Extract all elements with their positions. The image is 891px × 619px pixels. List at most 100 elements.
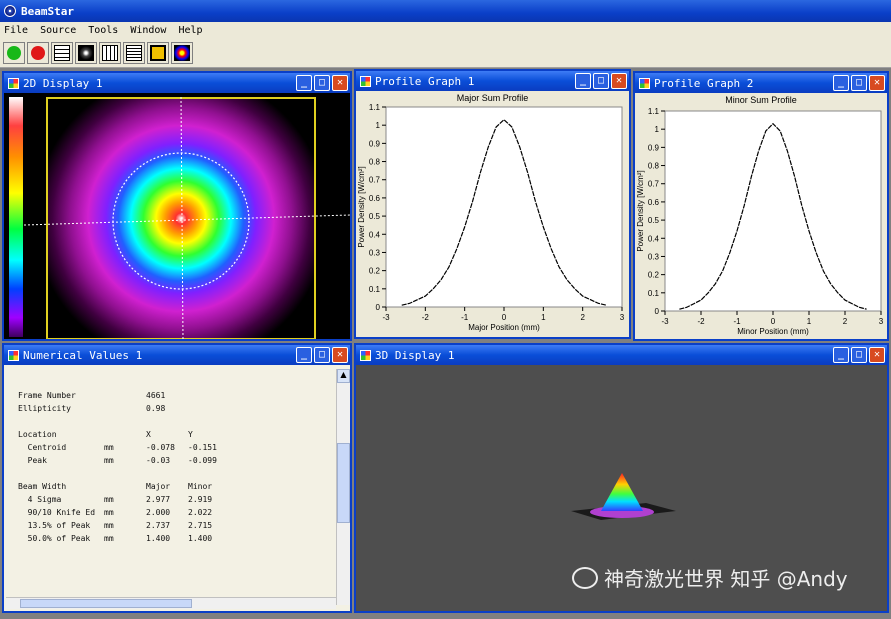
numerical-label: Ellipticity	[18, 404, 71, 413]
numerical-label: Frame Number	[18, 391, 76, 400]
app-title: BeamStar	[21, 4, 74, 18]
y-tick-label: 1.1	[648, 107, 660, 116]
minimize-button[interactable]: _	[575, 73, 591, 89]
profile-graph-1-titlebar[interactable]: Profile Graph 1 _ □ ✕	[356, 71, 629, 91]
numerical-v1: -0.03	[146, 456, 171, 465]
y-tick-label: 0.4	[648, 234, 660, 243]
scroll-up-button[interactable]: ▲	[337, 369, 350, 383]
minimize-button[interactable]: _	[833, 347, 849, 363]
y-tick-label: 0.3	[369, 248, 381, 257]
display-2d-titlebar[interactable]: 2D Display 1 _ □ ✕	[4, 73, 350, 93]
numerical-label: 50.0% of Peak	[18, 534, 91, 543]
app-titlebar: BeamStar	[0, 0, 891, 22]
close-button[interactable]: ✕	[332, 75, 348, 91]
profile-graph-2-window[interactable]: Profile Graph 2 _ □ ✕ Minor Sum Profile …	[633, 71, 889, 341]
menu-window[interactable]: Window	[130, 25, 166, 36]
beam-icon	[174, 44, 190, 61]
wechat-icon	[572, 566, 598, 589]
y-tick-label: 0	[376, 303, 381, 312]
numerical-v1: -0.078	[146, 443, 175, 452]
y-tick-label: 1	[376, 121, 381, 130]
plot-area	[385, 106, 623, 308]
display-2d-window[interactable]: 2D Display 1 _ □ ✕	[2, 71, 352, 341]
profile-graph-2-titlebar[interactable]: Profile Graph 2 _ □ ✕	[635, 73, 887, 93]
y-tick-label: 0.9	[648, 143, 660, 152]
stop-button[interactable]	[27, 41, 49, 64]
minor-profile-chart: 0 0.1 0.2 0.3 0.4 0.5 0.6 0.7 0.8 0.9 1 1.1 -3 -2 -1 0 1…	[636, 107, 884, 336]
numerical-label: Centroid	[18, 443, 67, 452]
grid-icon	[102, 44, 118, 61]
numerical-values-window[interactable]: Numerical Values 1 _ □ ✕ Frame Number 466…	[2, 343, 352, 613]
crosshair-overlay	[23, 96, 350, 339]
y-tick-label: 0.4	[369, 230, 381, 239]
display-3d-titlebar[interactable]: 3D Display 1 _ □ ✕	[356, 345, 887, 365]
y-tick-label: 0.1	[648, 289, 660, 298]
y-tick-label: 0.2	[648, 271, 660, 280]
display-3d-title: 3D Display 1	[375, 348, 455, 362]
menu-file[interactable]: File	[4, 25, 28, 36]
numerical-v2: 2.919	[188, 495, 213, 504]
maximize-button[interactable]: □	[314, 347, 330, 363]
y-tick-label: 0.8	[648, 162, 660, 171]
profile-graph-1-window[interactable]: Profile Graph 1 _ □ ✕ Major Sum Profile …	[354, 69, 631, 339]
window-icon	[639, 77, 650, 89]
y-tick-label: 0.7	[648, 180, 660, 189]
scroll-thumb[interactable]	[20, 599, 192, 608]
numerical-unit: mm	[104, 495, 114, 504]
beam-peak	[601, 473, 643, 511]
numerical-button[interactable]	[123, 41, 145, 64]
display-3d-icon	[150, 44, 166, 61]
menu-bar: File Source Tools Window Help	[0, 22, 891, 38]
close-button[interactable]: ✕	[869, 75, 885, 91]
minimize-button[interactable]: _	[296, 347, 312, 363]
numerical-v2: Y	[188, 430, 193, 439]
beam-button[interactable]	[171, 41, 193, 64]
display-2d-canvas[interactable]	[4, 93, 350, 339]
x-tick-label: 3	[620, 313, 625, 322]
profile-graph-2-title: Profile Graph 2	[654, 76, 754, 90]
horizontal-scrollbar[interactable]	[6, 597, 336, 609]
numerical-v1: 1.400	[146, 534, 171, 543]
numerical-v1: 2.977	[146, 495, 171, 504]
profile-graph-1-title: Profile Graph 1	[375, 74, 475, 88]
x-axis-label: Major Position (mm)	[468, 323, 540, 332]
menu-tools[interactable]: Tools	[88, 25, 118, 36]
profile-button[interactable]	[51, 41, 73, 64]
x-tick-label: 2	[580, 313, 585, 322]
numerical-v1: X	[146, 430, 151, 439]
close-button[interactable]: ✕	[869, 347, 885, 363]
numerical-values-titlebar[interactable]: Numerical Values 1 _ □ ✕	[4, 345, 350, 365]
toolbar	[0, 38, 891, 68]
maximize-button[interactable]: □	[851, 75, 867, 91]
menu-source[interactable]: Source	[40, 25, 76, 36]
crosshair-horizontal	[23, 214, 350, 226]
profile-graph-2-body: Minor Sum Profile 0 0.1 0.2 0.3 0.4 0.5 0.6 0.7…	[635, 93, 887, 339]
profile-icon	[54, 44, 70, 61]
menu-help[interactable]: Help	[178, 25, 202, 36]
minimize-button[interactable]: _	[296, 75, 312, 91]
numerical-v2: 2.715	[188, 521, 213, 530]
y-tick-label: 0.1	[369, 285, 381, 294]
y-tick-label: 0.9	[369, 139, 381, 148]
y-tick-label: 0.5	[648, 216, 660, 225]
x-tick-label: 2	[843, 317, 848, 326]
maximize-button[interactable]: □	[314, 75, 330, 91]
grid-button[interactable]	[99, 41, 121, 64]
numerical-v2: Minor	[188, 482, 213, 491]
y-axis-label: Power Density [W/cm²]	[357, 166, 366, 247]
display-3d-button[interactable]	[147, 41, 169, 64]
watermark: 神奇激光世界 知乎 @Andy	[572, 563, 848, 592]
close-button[interactable]: ✕	[332, 347, 348, 363]
minimize-button[interactable]: _	[833, 75, 849, 91]
start-button[interactable]	[3, 41, 25, 64]
close-button[interactable]: ✕	[611, 73, 627, 89]
scroll-thumb[interactable]	[337, 443, 350, 523]
numerical-v2: 2.022	[188, 508, 213, 517]
numerical-v1: 0.98	[146, 404, 166, 413]
profile-graph-1-body: Major Sum Profile 0 0.1 0.2 0.3 0.4 0.5 0.6 0.7…	[356, 91, 629, 337]
maximize-button[interactable]: □	[851, 347, 867, 363]
vertical-scrollbar[interactable]: ▲	[336, 369, 350, 605]
display-2d-button[interactable]	[75, 41, 97, 64]
numerical-v1: 4661	[146, 391, 166, 400]
maximize-button[interactable]: □	[593, 73, 609, 89]
